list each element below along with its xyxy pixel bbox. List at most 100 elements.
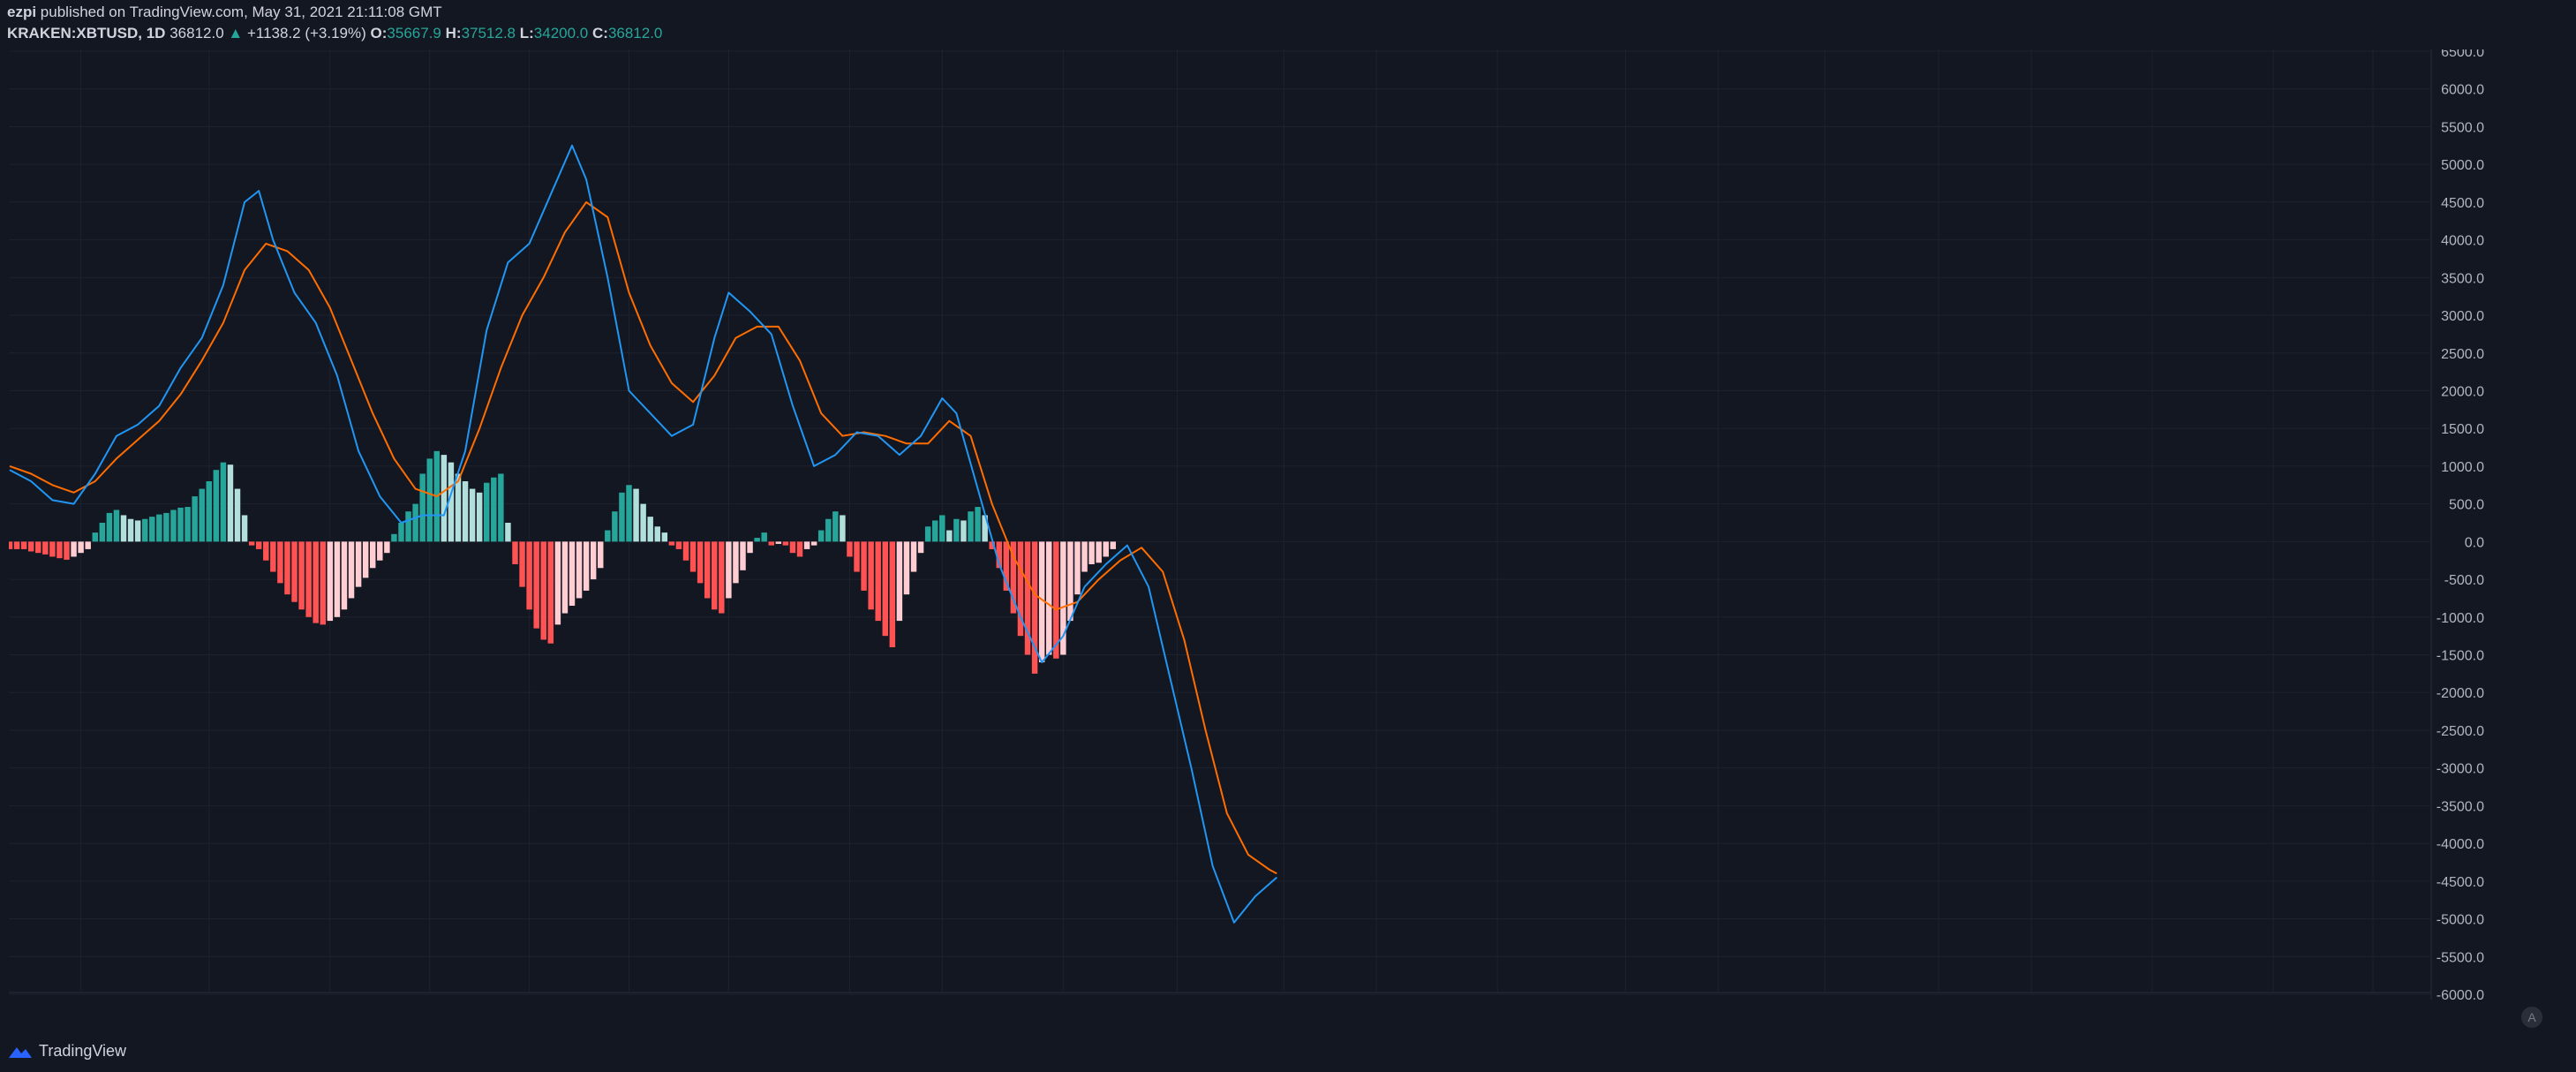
histogram-bar	[234, 488, 241, 542]
histogram-bar	[163, 512, 169, 542]
histogram-bar	[284, 541, 290, 595]
y-tick-label: 5000.0	[2441, 158, 2484, 173]
last-price: 36812.0	[169, 25, 224, 42]
histogram-bar	[149, 517, 155, 542]
histogram-bar	[647, 517, 653, 542]
histogram-bar	[960, 520, 967, 542]
histogram-bar	[192, 496, 198, 542]
histogram-bar	[106, 512, 113, 542]
histogram-bar	[547, 541, 554, 644]
histogram-bar	[924, 526, 931, 542]
histogram-bar	[719, 541, 725, 614]
histogram-bar	[654, 526, 660, 542]
histogram-bar	[263, 541, 269, 561]
histogram-bar	[519, 541, 525, 587]
chart-footer: TradingView	[0, 1031, 2576, 1072]
histogram-bar	[99, 523, 106, 542]
histogram-bar	[740, 541, 746, 570]
histogram-bar	[334, 541, 341, 617]
histogram-bar	[590, 541, 597, 580]
y-tick-label: -500.0	[2444, 573, 2484, 588]
histogram-bar	[170, 510, 177, 542]
histogram-bar	[127, 518, 134, 542]
histogram-bar	[526, 541, 532, 610]
histogram-bar	[875, 541, 881, 622]
auto-scale-button[interactable]: A	[2521, 1007, 2542, 1028]
histogram-bar	[419, 473, 426, 542]
histogram-bar	[27, 541, 34, 552]
publish-text: published on TradingView.com, May 31, 20…	[40, 4, 442, 20]
histogram-bar	[327, 541, 334, 622]
histogram-bar	[782, 541, 789, 546]
high-value: 37512.8	[461, 25, 516, 42]
y-tick-label: 5500.0	[2441, 120, 2484, 135]
histogram-bar	[903, 541, 910, 595]
chart-header: ezpi published on TradingView.com, May 3…	[0, 0, 2576, 49]
histogram-bar	[569, 541, 576, 606]
histogram-bar	[255, 541, 262, 549]
y-tick-label: -1500.0	[2437, 649, 2484, 664]
histogram-bar	[185, 507, 191, 542]
open-label: O:	[370, 25, 388, 42]
histogram-bar	[177, 507, 184, 542]
close-value: 36812.0	[607, 25, 663, 42]
y-tick-label: -1000.0	[2437, 611, 2484, 626]
y-tick-label: 1000.0	[2441, 460, 2484, 475]
macd-chart[interactable]: 6500.0 6000.0 5500.0 5000.0 4500.0 4000.0 3500…	[9, 49, 2488, 1000]
histogram-bar	[946, 530, 953, 542]
histogram-bar	[633, 488, 639, 542]
histogram-bar	[803, 541, 810, 549]
histogram-bar	[291, 541, 298, 602]
histogram-bar	[1074, 541, 1081, 595]
histogram-bar	[206, 481, 212, 542]
histogram-bar	[576, 541, 583, 599]
histogram-bar	[775, 541, 782, 544]
price-change: +1138.2 (+3.19%)	[246, 25, 366, 42]
histogram-bar	[56, 541, 63, 559]
y-tick-label: 0.0	[2465, 535, 2484, 550]
chart-pane[interactable]: 6500.0 6000.0 5500.0 5000.0 4500.0 4000.0 3500…	[9, 49, 2488, 1000]
symbol-label[interactable]: KRAKEN:XBTUSD, 1D	[7, 25, 165, 42]
y-tick-label: 500.0	[2449, 498, 2484, 513]
histogram-bar	[384, 541, 390, 554]
histogram-bar	[9, 541, 13, 549]
histogram-bar	[491, 477, 497, 542]
histogram-bar	[697, 541, 704, 584]
y-tick-label: 2000.0	[2441, 384, 2484, 399]
histogram-bar	[199, 488, 205, 542]
histogram-bar	[355, 541, 362, 587]
y-tick-label: -4500.0	[2437, 875, 2484, 890]
plot-area	[9, 49, 2431, 993]
y-tick-label: 4500.0	[2441, 196, 2484, 211]
up-arrow-icon: ▲	[228, 25, 244, 42]
histogram-bar	[689, 541, 697, 572]
histogram-bar	[796, 541, 803, 557]
histogram-bar	[20, 541, 27, 549]
author-name[interactable]: ezpi	[7, 4, 36, 20]
tradingview-brand[interactable]: TradingView	[7, 1042, 126, 1061]
y-tick-label: -2500.0	[2437, 724, 2484, 739]
histogram-bar	[868, 541, 874, 610]
low-label: L:	[519, 25, 534, 42]
histogram-bar	[619, 492, 625, 542]
histogram-bar	[554, 541, 561, 625]
histogram-bar	[583, 541, 590, 591]
histogram-bar	[626, 485, 632, 542]
histogram-bar	[1103, 541, 1109, 557]
histogram-bar	[227, 464, 234, 542]
histogram-bar	[369, 541, 376, 569]
histogram-bar	[512, 541, 518, 564]
histogram-bar	[931, 520, 938, 542]
publish-info: ezpi published on TradingView.com, May 3…	[7, 4, 442, 21]
histogram-bar	[476, 492, 483, 542]
histogram-bar	[398, 523, 404, 542]
histogram-bar	[840, 515, 846, 542]
histogram-bar	[968, 511, 974, 542]
histogram-bar	[85, 541, 91, 549]
histogram-bar	[391, 533, 397, 542]
histogram-bar	[298, 541, 305, 610]
histogram-bar	[462, 481, 469, 542]
histogram-bar	[469, 488, 476, 542]
histogram-bar	[533, 541, 539, 629]
histogram-bar	[910, 541, 917, 572]
